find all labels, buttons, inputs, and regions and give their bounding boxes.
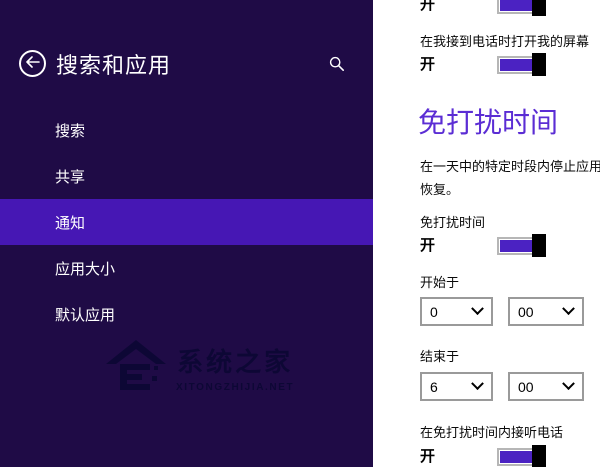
- toggle-state-label: 开: [420, 445, 435, 467]
- top-toggle[interactable]: [497, 0, 546, 16]
- pc-settings-window: 搜索和应用 搜索 共享 通知 应用大小 默认应用: [0, 0, 600, 467]
- end-at-label: 结束于: [420, 348, 459, 365]
- sidebar: 搜索和应用 搜索 共享 通知 应用大小 默认应用: [0, 0, 373, 467]
- toggle-knob: [532, 53, 546, 76]
- screen-on-call-toggle[interactable]: [497, 53, 546, 76]
- back-arrow-icon: [25, 55, 40, 73]
- sidebar-item-share[interactable]: 共享: [0, 153, 373, 199]
- watermark-domain: XITONGZHIJIA.NET: [176, 382, 294, 393]
- search-icon[interactable]: [329, 56, 345, 72]
- calls-during-quiet-label: 在免打扰时间内接听电话: [420, 424, 563, 441]
- back-button[interactable]: [19, 50, 46, 77]
- quiet-hours-toggle[interactable]: [497, 234, 546, 257]
- toggle-row-top: 开: [373, 0, 600, 17]
- start-hour-select[interactable]: 0: [420, 297, 493, 326]
- toggle-state-label: 开: [420, 234, 435, 258]
- sidebar-item-search[interactable]: 搜索: [0, 107, 373, 153]
- toggle-row-screen-on-call: 开: [373, 53, 600, 77]
- end-hour-select[interactable]: 6: [420, 372, 493, 401]
- chevron-down-icon: [471, 302, 484, 315]
- toggle-knob: [532, 445, 546, 467]
- chevron-down-icon: [471, 377, 484, 390]
- house-logo-icon: [104, 336, 168, 399]
- sidebar-item-app-sizes[interactable]: 应用大小: [0, 245, 373, 291]
- sidebar-menu: 搜索 共享 通知 应用大小 默认应用: [0, 107, 373, 337]
- chevron-down-icon: [562, 377, 575, 390]
- quiet-hours-description: 在一天中的特定时段内停止应用 恢复。: [420, 155, 600, 201]
- toggle-state-label: 开: [420, 53, 435, 77]
- sidebar-item-defaults[interactable]: 默认应用: [0, 291, 373, 337]
- toggle-row-quiet-hours: 开: [373, 234, 600, 258]
- page-title: 搜索和应用: [56, 48, 171, 80]
- calls-toggle[interactable]: [497, 445, 546, 467]
- toggle-knob: [532, 234, 546, 257]
- sidebar-item-notifications[interactable]: 通知: [0, 199, 373, 245]
- toggle-state-label: 开: [420, 0, 435, 17]
- quiet-hours-toggle-label: 免打扰时间: [420, 214, 485, 231]
- screen-on-call-label: 在我接到电话时打开我的屏幕: [420, 33, 589, 50]
- watermark-name: 系统之家: [176, 342, 294, 379]
- start-minute-select[interactable]: 00: [508, 297, 584, 326]
- start-at-label: 开始于: [420, 274, 459, 291]
- toggle-row-calls: 开: [373, 445, 600, 467]
- settings-panel: 开 在我接到电话时打开我的屏幕 开 免打扰时间 在一天中的特定时段内停止应用 恢…: [373, 0, 600, 467]
- watermark: 系统之家 XITONGZHIJIA.NET: [104, 336, 294, 399]
- toggle-knob: [532, 0, 546, 16]
- chevron-down-icon: [562, 302, 575, 315]
- end-minute-select[interactable]: 00: [508, 372, 584, 401]
- quiet-hours-heading: 免打扰时间: [418, 104, 558, 142]
